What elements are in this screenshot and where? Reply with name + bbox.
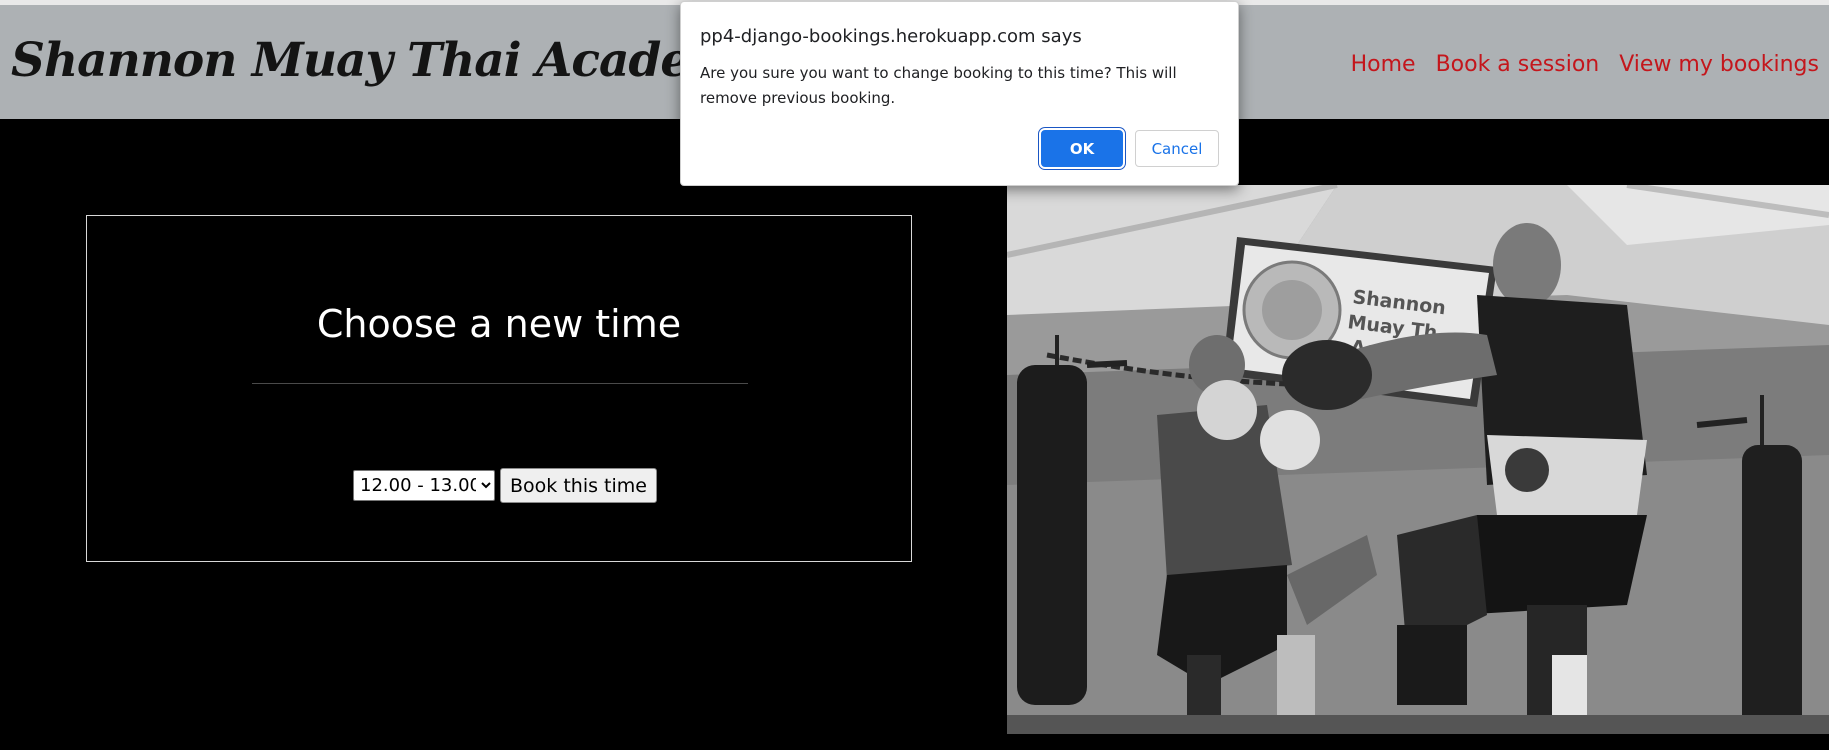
dialog-ok-button[interactable]: OK (1041, 130, 1123, 167)
confirm-dialog: pp4-django-bookings.herokuapp.com says A… (680, 1, 1239, 186)
form-controls: 12.00 - 13.00 Book this time (353, 468, 657, 503)
booking-form-card: Choose a new time 12.00 - 13.00 Book thi… (86, 215, 912, 562)
training-photo-illustration: Shannon Muay Th Ac (1007, 185, 1829, 734)
nav-link-book-session[interactable]: Book a session (1436, 52, 1600, 77)
nav-links: Home Book a session View my bookings (1351, 52, 1819, 77)
dialog-cancel-button[interactable]: Cancel (1135, 130, 1219, 167)
nav-link-home[interactable]: Home (1351, 52, 1416, 77)
site-brand[interactable]: Shannon Muay Thai Academy (11, 33, 765, 88)
dialog-title: pp4-django-bookings.herokuapp.com says (700, 26, 1082, 47)
time-slot-select[interactable]: 12.00 - 13.00 (353, 470, 495, 501)
heavy-bag-left (1017, 335, 1087, 705)
nav-link-view-bookings[interactable]: View my bookings (1619, 52, 1819, 77)
form-title: Choose a new time (316, 302, 682, 346)
book-this-time-button[interactable]: Book this time (500, 468, 657, 503)
dialog-message: Are you sure you want to change booking … (700, 64, 1177, 107)
form-divider (252, 383, 748, 384)
training-photo: Shannon Muay Th Ac (1007, 185, 1829, 734)
